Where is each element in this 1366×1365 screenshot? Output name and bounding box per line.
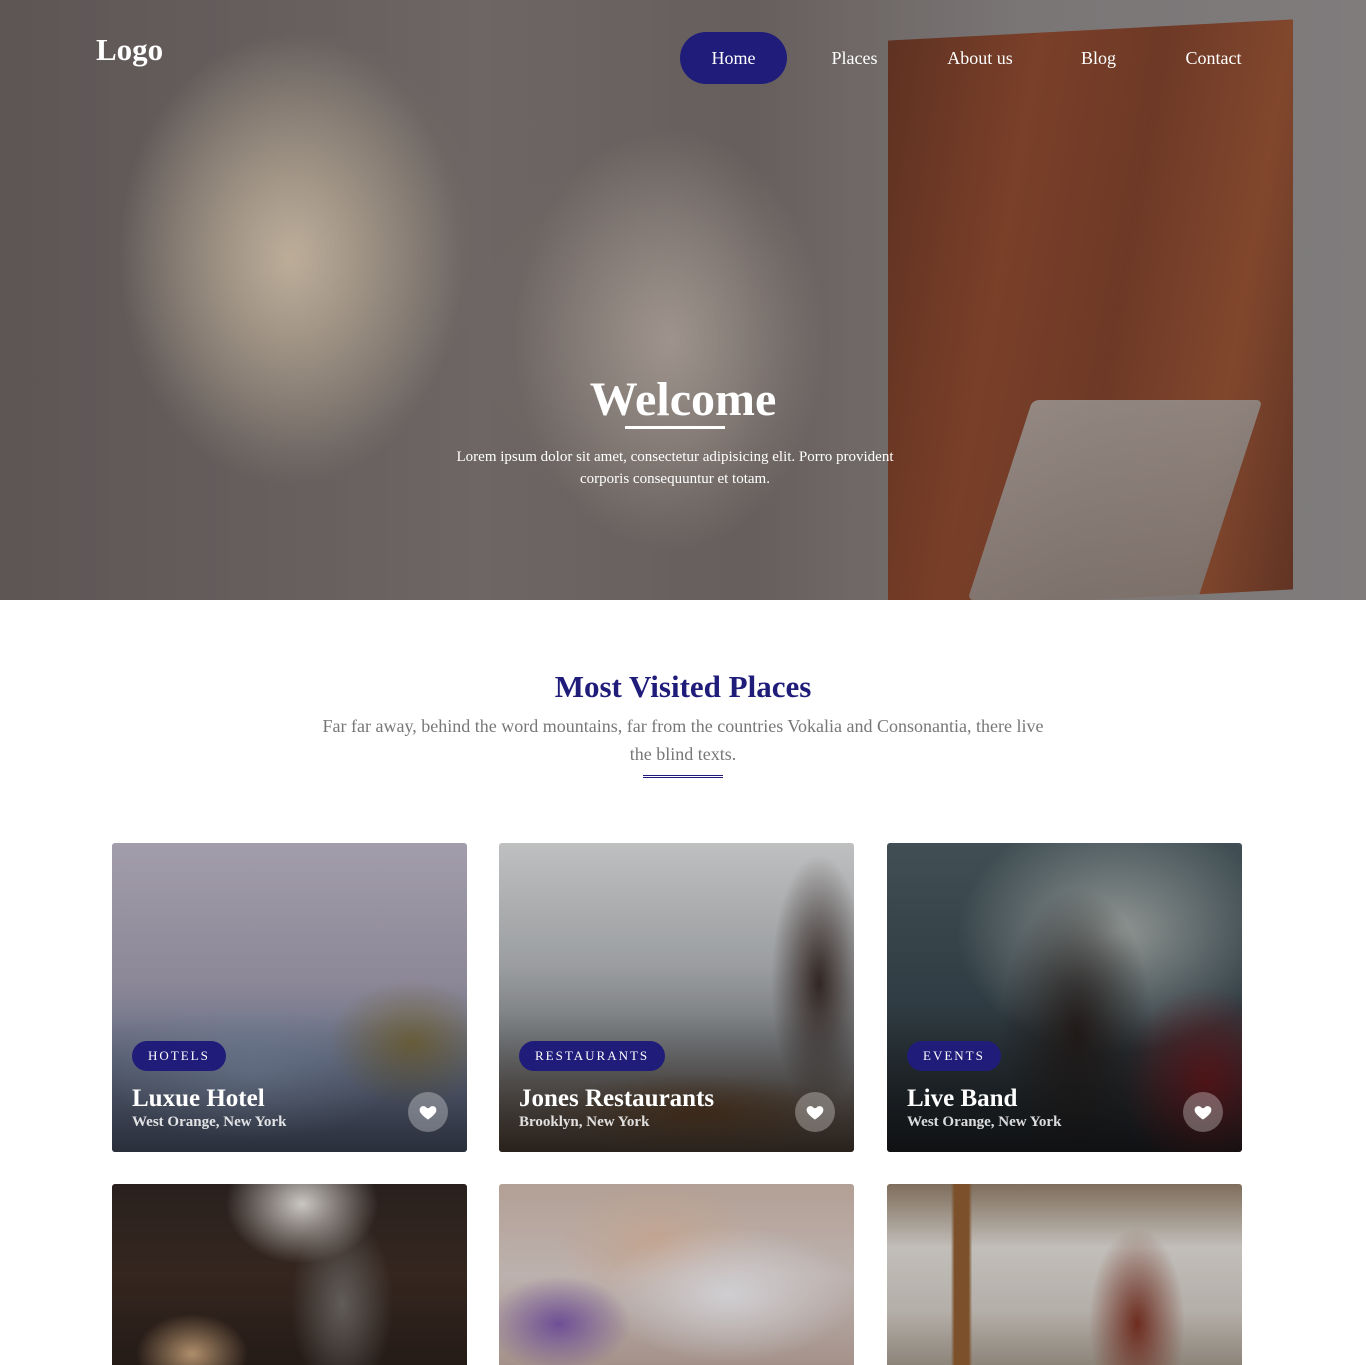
category-badge[interactable]: EVENTS bbox=[907, 1041, 1001, 1071]
card-location: West Orange, New York bbox=[907, 1114, 1062, 1130]
hero-image-person-right bbox=[460, 60, 880, 600]
nav-item-places[interactable]: Places bbox=[787, 32, 922, 84]
main-nav: Home Places About us Blog Contact bbox=[680, 32, 1268, 84]
place-card-restaurant[interactable]: RESTAURANTS Jones Restaurants Brooklyn, … bbox=[499, 843, 854, 1152]
place-card-spa[interactable] bbox=[499, 1184, 854, 1365]
card-overlay bbox=[499, 1184, 854, 1365]
card-overlay bbox=[887, 1184, 1242, 1365]
section-divider bbox=[643, 775, 723, 778]
category-badge[interactable]: RESTAURANTS bbox=[519, 1041, 666, 1071]
category-badge[interactable]: HOTELS bbox=[132, 1041, 226, 1071]
nav-item-contact[interactable]: Contact bbox=[1159, 32, 1268, 84]
card-location: West Orange, New York bbox=[132, 1114, 287, 1130]
card-overlay bbox=[112, 1184, 467, 1365]
card-location: Brooklyn, New York bbox=[519, 1114, 650, 1130]
favorite-button[interactable] bbox=[408, 1092, 448, 1132]
section-subtitle: Far far away, behind the word mountains,… bbox=[322, 716, 1044, 764]
nav-item-blog[interactable]: Blog bbox=[1038, 32, 1159, 84]
heart-icon bbox=[419, 1106, 437, 1120]
heart-icon bbox=[806, 1106, 824, 1120]
place-card-hotel[interactable]: HOTELS Luxue Hotel West Orange, New York bbox=[112, 843, 467, 1152]
hero-title: Welcome bbox=[589, 373, 777, 426]
favorite-button[interactable] bbox=[795, 1092, 835, 1132]
place-card-cafe[interactable] bbox=[112, 1184, 467, 1365]
section-title: Most Visited Places bbox=[554, 669, 812, 704]
place-card-office[interactable] bbox=[887, 1184, 1242, 1365]
place-card-event[interactable]: EVENTS Live Band West Orange, New York bbox=[887, 843, 1242, 1152]
nav-item-home[interactable]: Home bbox=[680, 32, 787, 84]
site-logo[interactable]: Logo bbox=[96, 32, 163, 68]
favorite-button[interactable] bbox=[1183, 1092, 1223, 1132]
hero-section: Logo Home Places About us Blog Contact W… bbox=[0, 0, 1366, 600]
card-title[interactable]: Live Band bbox=[907, 1085, 1017, 1113]
hero-description: Lorem ipsum dolor sit amet, consectetur … bbox=[456, 449, 894, 487]
hero-title-underline bbox=[625, 426, 725, 429]
card-title[interactable]: Luxue Hotel bbox=[132, 1085, 265, 1113]
card-title[interactable]: Jones Restaurants bbox=[519, 1085, 714, 1113]
hero-image-person-left bbox=[60, 0, 520, 600]
heart-icon bbox=[1194, 1106, 1212, 1120]
nav-item-about-us[interactable]: About us bbox=[922, 32, 1038, 84]
